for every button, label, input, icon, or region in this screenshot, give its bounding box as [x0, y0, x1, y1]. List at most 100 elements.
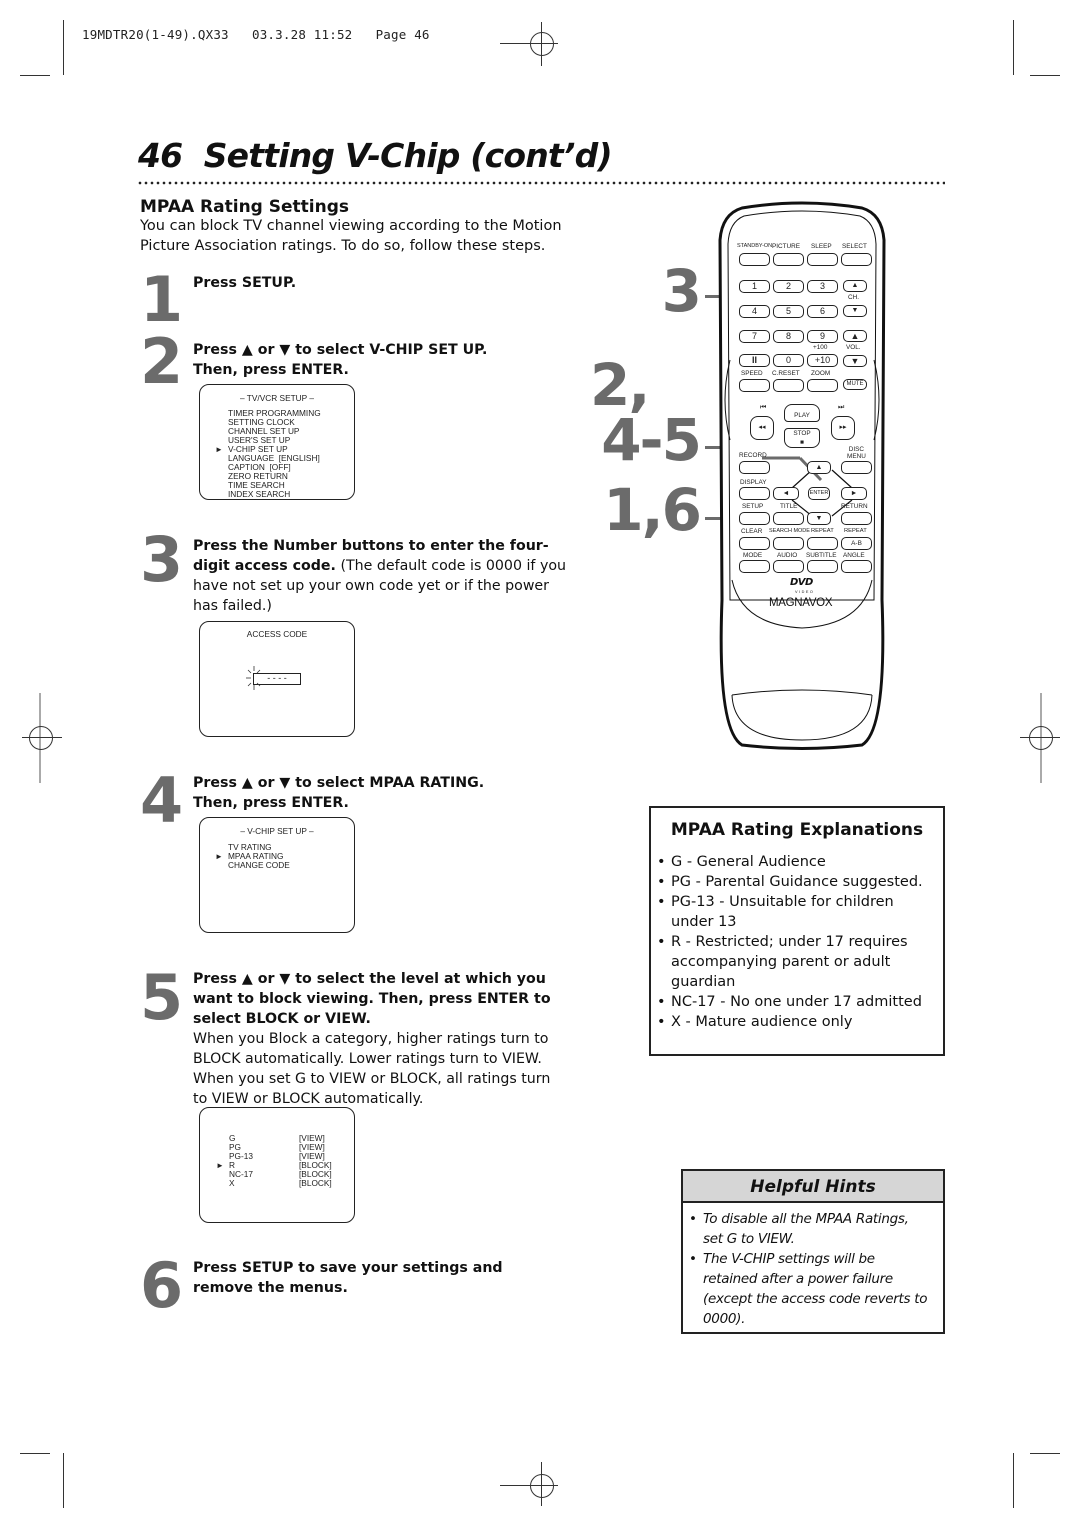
subtitle-label: SUBTITLE [806, 552, 837, 559]
digit-8-button[interactable]: 8 [773, 330, 804, 343]
channel-down-button[interactable]: ▼ [843, 305, 867, 317]
setup-label: SETUP [742, 503, 764, 510]
step-text-bold: Press ▲ or ▼ to select MPAA RATING. [193, 775, 485, 791]
bullet-icon: • [689, 1251, 697, 1267]
registration-mark-icon [1029, 726, 1053, 750]
search-mode-label: SEARCH MODE [769, 528, 810, 534]
setup-button[interactable] [739, 512, 770, 525]
down-arrow-button[interactable]: ▼ [807, 512, 831, 525]
step-text: has failed.) [193, 598, 272, 614]
list-item-text: To disable all the MPAA Ratings, [703, 1211, 909, 1227]
skip-back-icon: ⏮ [760, 404, 767, 411]
repeat-label: REPEAT [811, 528, 834, 534]
speed-button[interactable] [739, 379, 770, 392]
play-button[interactable]: PLAY [784, 404, 820, 422]
list-item-text: X - Mature audience only [671, 1014, 853, 1030]
list-item: • X - Mature audience only [651, 1012, 943, 1032]
digit-3-button[interactable]: 3 [807, 280, 838, 293]
section-intro: You can block TV channel viewing accordi… [140, 216, 562, 256]
subtitle-button[interactable] [807, 560, 838, 573]
digit-5-button[interactable]: 5 [773, 305, 804, 318]
selection-arrow-icon: ► [216, 1161, 224, 1170]
sleep-button[interactable] [807, 253, 838, 266]
digit-1-button[interactable]: 1 [739, 280, 770, 293]
digit-9-button[interactable]: 9 [807, 330, 838, 343]
crop-mark [22, 737, 62, 738]
fast-forward-button[interactable]: ▸▸ [831, 416, 855, 440]
title-button[interactable] [773, 512, 804, 525]
up-arrow-button[interactable]: ▲ [807, 461, 831, 474]
step-3-text: Press the Number buttons to enter the fo… [193, 536, 566, 616]
ch-label: CH. [848, 294, 860, 301]
picture-button[interactable] [773, 253, 804, 266]
return-button[interactable] [841, 512, 872, 525]
digit-0-button[interactable]: 0 [773, 354, 804, 367]
play-label: PLAY [794, 412, 810, 419]
digit-7-button[interactable]: 7 [739, 330, 770, 343]
explanations-heading: MPAA Rating Explanations [670, 820, 924, 840]
c-reset-button[interactable] [773, 379, 804, 392]
right-arrow-button[interactable]: ► [841, 487, 867, 500]
step-text: When you set G to VIEW or BLOCK, all rat… [193, 1071, 551, 1087]
repeat-ab-label: REPEAT [844, 528, 867, 534]
search-mode-button[interactable] [773, 537, 804, 550]
step-text-bold: Press the Number buttons to enter the fo… [193, 538, 549, 554]
stop-button[interactable]: STOP ■ [784, 428, 820, 448]
selection-arrow-icon: ► [215, 445, 223, 454]
enter-button[interactable]: ENTER [808, 487, 830, 500]
crop-mark [20, 75, 50, 76]
menu-label: MENU [847, 453, 866, 460]
access-code-screen: ACCESS CODE - - - - [199, 621, 355, 737]
crop-mark [541, 22, 542, 66]
registration-mark-icon [29, 726, 53, 750]
vchip-setup-screen: – V-CHIP SET UP – TV RATING ► MPAA RATING C… [199, 817, 355, 933]
angle-button[interactable] [841, 560, 872, 573]
zoom-button[interactable] [807, 379, 838, 392]
rewind-button[interactable]: ◂◂ [750, 416, 774, 440]
step-text: to VIEW or BLOCK automatically. [193, 1091, 424, 1107]
blinking-cursor-icon [246, 666, 261, 690]
menu-item-label: INDEX SEARCH [228, 489, 291, 499]
step-4-text: Press ▲ or ▼ to select MPAA RATING. Then… [193, 773, 484, 813]
vol-label: VOL. [846, 344, 861, 351]
clear-button[interactable] [739, 537, 770, 550]
record-button[interactable] [739, 461, 770, 474]
crop-mark [1013, 1453, 1014, 1508]
repeat-button[interactable] [807, 537, 838, 550]
list-item-text: set G to VIEW. [703, 1231, 795, 1247]
bullet-icon: • [657, 934, 666, 950]
dvd-logo: DVD [790, 577, 813, 588]
page-number: 46 [138, 136, 183, 175]
left-arrow-button[interactable]: ◄ [773, 487, 799, 500]
volume-up-button[interactable]: ▲ [843, 330, 867, 342]
step-number: 1 [140, 263, 183, 336]
mute-button[interactable]: MUTE [843, 379, 867, 390]
repeat-ab-button[interactable]: A-B [841, 537, 872, 550]
plus10-button[interactable]: +10 [807, 354, 838, 367]
rating-status: [BLOCK] [299, 1178, 332, 1188]
crop-mark [20, 1453, 50, 1454]
standby-on-button[interactable] [739, 253, 770, 266]
pause-button[interactable]: II [739, 354, 770, 367]
digit-6-button[interactable]: 6 [807, 305, 838, 318]
digit-4-button[interactable]: 4 [739, 305, 770, 318]
tv-vcr-setup-screen: – TV/VCR SETUP – TIMER PROGRAMMING SETTIN… [199, 384, 355, 500]
volume-down-button[interactable]: ▼ [843, 355, 867, 367]
step-2-text: Press ▲ or ▼ to select V-CHIP SET UP. Th… [193, 340, 487, 380]
selection-arrow-icon: ► [215, 852, 223, 861]
speed-label: SPEED [741, 370, 763, 377]
creset-label: C.RESET [772, 370, 800, 377]
page-title: 46 Setting V-Chip (cont’d) [138, 136, 613, 175]
crop-mark [1030, 75, 1060, 76]
digit-2-button[interactable]: 2 [773, 280, 804, 293]
channel-up-button[interactable]: ▲ [843, 280, 867, 292]
audio-button[interactable] [773, 560, 804, 573]
disc-menu-button[interactable] [841, 461, 872, 474]
angle-label: ANGLE [843, 552, 865, 559]
display-button[interactable] [739, 487, 770, 500]
mode-button[interactable] [739, 560, 770, 573]
brand-logo: MAGNAVOX [769, 597, 833, 609]
remote-control: STANDBY-ON PICTURE SLEEP SELECT 1 2 3 4 … [712, 200, 892, 750]
bullet-icon: • [657, 874, 666, 890]
select-button[interactable] [841, 253, 872, 266]
